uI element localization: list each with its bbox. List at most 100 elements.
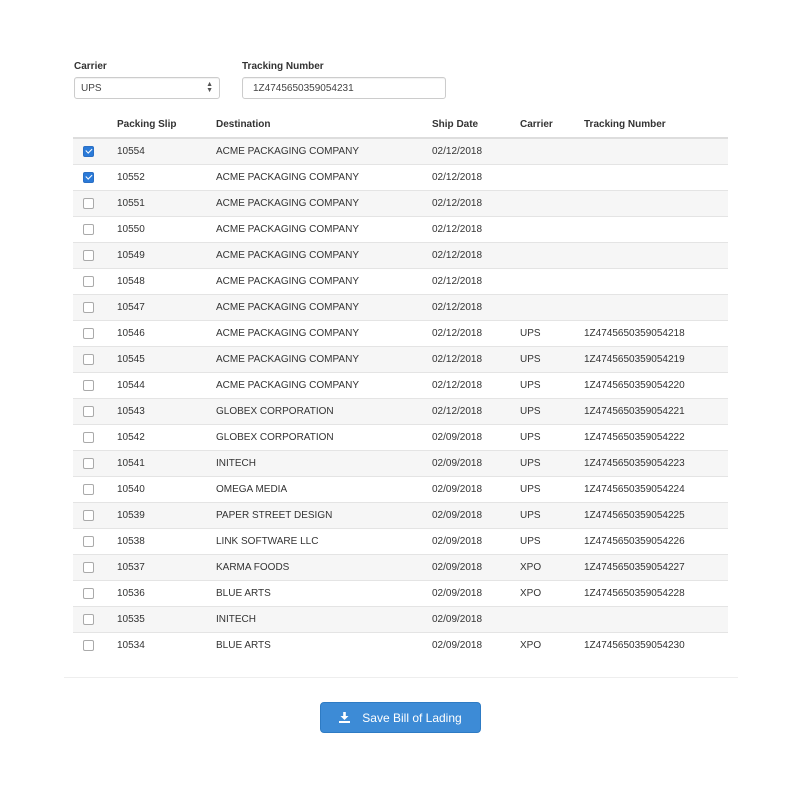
row-checkbox[interactable] xyxy=(83,301,94,313)
ship-date-cell: 02/09/2018 xyxy=(432,632,520,658)
table-row[interactable]: 10548 ACME PACKAGING COMPANY 02/12/2018 xyxy=(73,268,728,295)
destination-cell: ACME PACKAGING COMPANY xyxy=(216,320,432,347)
table-row[interactable]: 10546 ACME PACKAGING COMPANY 02/12/2018 UPS… xyxy=(73,320,728,347)
select-cell xyxy=(73,268,117,295)
ship-date-cell: 02/12/2018 xyxy=(432,190,520,217)
tracking-number-input[interactable]: 1Z4745650359054231 xyxy=(242,77,446,99)
row-checkbox[interactable] xyxy=(83,223,94,235)
row-checkbox[interactable] xyxy=(83,561,94,573)
save-bill-of-lading-button[interactable]: Save Bill of Lading xyxy=(320,702,481,733)
row-checkbox[interactable] xyxy=(83,379,94,391)
destination-cell: BLUE ARTS xyxy=(216,580,432,607)
row-checkbox[interactable] xyxy=(83,431,94,443)
row-checkbox[interactable] xyxy=(83,275,94,287)
select-cell xyxy=(73,580,117,607)
select-cell xyxy=(73,216,117,243)
row-checkbox[interactable] xyxy=(83,249,94,261)
carrier-label: Carrier xyxy=(74,61,107,72)
tracking-number-cell xyxy=(584,606,728,633)
row-checkbox[interactable] xyxy=(83,197,94,209)
table-row[interactable]: 10547 ACME PACKAGING COMPANY 02/12/2018 xyxy=(73,294,728,321)
ship-date-cell: 02/09/2018 xyxy=(432,424,520,451)
ship-date-cell: 02/12/2018 xyxy=(432,137,520,165)
table-row[interactable]: 10540 OMEGA MEDIA 02/09/2018 UPS 1Z474565035… xyxy=(73,476,728,503)
select-cell xyxy=(73,320,117,347)
select-cell xyxy=(73,137,117,165)
table-row[interactable]: 10541 INITECH 02/09/2018 UPS 1Z4745650359054… xyxy=(73,450,728,477)
row-checkbox[interactable] xyxy=(83,509,94,521)
packing-slip-cell: 10535 xyxy=(117,606,216,633)
tracking-number-cell: 1Z4745650359054226 xyxy=(584,528,728,555)
carrier-cell xyxy=(520,294,584,321)
select-cell xyxy=(73,502,117,529)
packing-slip-cell: 10543 xyxy=(117,398,216,425)
save-button-label: Save Bill of Lading xyxy=(362,710,462,725)
header-tracking-number: Tracking Number xyxy=(584,112,728,139)
table-row[interactable]: 10535 INITECH 02/09/2018 xyxy=(73,606,728,633)
carrier-cell xyxy=(520,242,584,269)
packing-slip-cell: 10547 xyxy=(117,294,216,321)
row-checkbox[interactable] xyxy=(83,613,94,625)
select-arrows-icon: ▲ ▼ xyxy=(206,81,213,94)
ship-date-cell: 02/09/2018 xyxy=(432,554,520,581)
row-checkbox[interactable] xyxy=(83,327,94,339)
tracking-number-cell xyxy=(584,216,728,243)
row-checkbox[interactable] xyxy=(83,535,94,547)
carrier-cell: XPO xyxy=(520,580,584,607)
table-row[interactable]: 10542 GLOBEX CORPORATION 02/09/2018 UPS 1Z47… xyxy=(73,424,728,451)
carrier-cell: UPS xyxy=(520,424,584,451)
select-cell xyxy=(73,554,117,581)
packing-slip-cell: 10551 xyxy=(117,190,216,217)
carrier-cell: UPS xyxy=(520,502,584,529)
carrier-select[interactable]: UPS ▲ ▼ xyxy=(74,77,220,99)
select-cell xyxy=(73,424,117,451)
packing-slip-cell: 10544 xyxy=(117,372,216,399)
carrier-group: Carrier UPS ▲ ▼ xyxy=(74,61,220,99)
ship-date-cell: 02/09/2018 xyxy=(432,606,520,633)
row-checkbox[interactable] xyxy=(83,639,94,651)
select-cell xyxy=(73,450,117,477)
destination-cell: GLOBEX CORPORATION xyxy=(216,398,432,425)
tracking-number-cell: 1Z4745650359054219 xyxy=(584,346,728,373)
row-checkbox[interactable] xyxy=(83,145,94,157)
carrier-cell: UPS xyxy=(520,346,584,373)
row-checkbox[interactable] xyxy=(83,353,94,365)
table-row[interactable]: 10549 ACME PACKAGING COMPANY 02/12/2018 xyxy=(73,242,728,269)
table-row[interactable]: 10536 BLUE ARTS 02/09/2018 XPO 1Z47456503590… xyxy=(73,580,728,607)
tracking-number-cell: 1Z4745650359054227 xyxy=(584,554,728,581)
tracking-number-cell: 1Z4745650359054223 xyxy=(584,450,728,477)
packing-slips-table: Packing Slip Destination Ship Date Carri… xyxy=(73,112,728,658)
table-row[interactable]: 10544 ACME PACKAGING COMPANY 02/12/2018 UPS… xyxy=(73,372,728,399)
carrier-cell: UPS xyxy=(520,450,584,477)
ship-date-cell: 02/12/2018 xyxy=(432,242,520,269)
header-carrier: Carrier xyxy=(520,112,584,139)
table-row[interactable]: 10554 ACME PACKAGING COMPANY 02/12/2018 xyxy=(73,137,728,165)
carrier-cell xyxy=(520,606,584,633)
destination-cell: ACME PACKAGING COMPANY xyxy=(216,294,432,321)
table-row[interactable]: 10539 PAPER STREET DESIGN 02/09/2018 UPS 1Z4… xyxy=(73,502,728,529)
table-row[interactable]: 10550 ACME PACKAGING COMPANY 02/12/2018 xyxy=(73,216,728,243)
row-checkbox[interactable] xyxy=(83,405,94,417)
row-checkbox[interactable] xyxy=(83,587,94,599)
row-checkbox[interactable] xyxy=(83,171,94,183)
tracking-number-cell: 1Z4745650359054228 xyxy=(584,580,728,607)
destination-cell: ACME PACKAGING COMPANY xyxy=(216,346,432,373)
table-row[interactable]: 10543 GLOBEX CORPORATION 02/12/2018 UPS 1Z47… xyxy=(73,398,728,425)
table-row[interactable]: 10538 LINK SOFTWARE LLC 02/09/2018 UPS 1Z474… xyxy=(73,528,728,555)
table-row[interactable]: 10552 ACME PACKAGING COMPANY 02/12/2018 xyxy=(73,164,728,191)
row-checkbox[interactable] xyxy=(83,483,94,495)
tracking-number-cell xyxy=(584,137,728,165)
table-row[interactable]: 10551 ACME PACKAGING COMPANY 02/12/2018 xyxy=(73,190,728,217)
select-cell xyxy=(73,398,117,425)
header-destination: Destination xyxy=(216,112,432,139)
table-row[interactable]: 10537 KARMA FOODS 02/09/2018 XPO 1Z474565035… xyxy=(73,554,728,581)
select-cell xyxy=(73,190,117,217)
table-row[interactable]: 10545 ACME PACKAGING COMPANY 02/12/2018 UPS… xyxy=(73,346,728,373)
tracking-number-cell xyxy=(584,190,728,217)
tracking-number-label: Tracking Number xyxy=(242,61,324,72)
table-row[interactable]: 10534 BLUE ARTS 02/09/2018 XPO 1Z47456503590… xyxy=(73,632,728,658)
row-checkbox[interactable] xyxy=(83,457,94,469)
shipment-filters: Carrier UPS ▲ ▼ Tracking Number 1Z4745650… xyxy=(74,61,468,99)
ship-date-cell: 02/12/2018 xyxy=(432,294,520,321)
table-header-row: Packing Slip Destination Ship Date Carri… xyxy=(73,112,728,139)
